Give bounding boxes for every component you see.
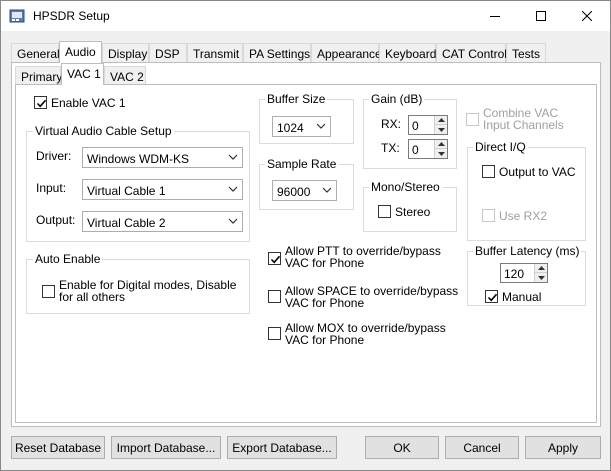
driver-value: Windows WDM-KS — [87, 152, 190, 166]
driver-label: Driver: — [36, 149, 72, 163]
auto-enable-line2: for all others — [59, 290, 126, 304]
tab-pa-settings[interactable]: PA Settings — [243, 43, 311, 63]
mox-override-line2: VAC for Phone — [285, 333, 365, 347]
subtab-vac1[interactable]: VAC 1 — [61, 63, 104, 85]
tab-dsp[interactable]: DSP — [149, 43, 187, 63]
space-override-line2: VAC for Phone — [285, 296, 365, 310]
window-title: HPSDR Setup — [33, 9, 110, 23]
import-database-button[interactable]: Import Database... — [111, 436, 221, 459]
chevron-down-icon — [228, 186, 238, 192]
output-to-vac-label: Output to VAC — [499, 165, 576, 179]
buffer-size-select[interactable]: 1024 — [272, 116, 331, 137]
output-label: Output: — [36, 213, 76, 227]
mox-override-checkbox[interactable] — [268, 327, 281, 340]
arrow-down-icon — [437, 151, 445, 156]
subtab-vac2[interactable]: VAC 2 — [104, 66, 146, 86]
sample-rate-title: Sample Rate — [265, 157, 339, 171]
buffer-latency-spinner[interactable]: 120 — [500, 263, 548, 283]
tab-display[interactable]: Display — [102, 43, 149, 63]
reset-database-button[interactable]: Reset Database — [11, 436, 105, 459]
ptt-override-checkbox[interactable] — [268, 252, 281, 265]
checkmark-icon — [487, 293, 498, 302]
chevron-down-icon — [316, 123, 326, 129]
arrow-up-icon — [437, 142, 445, 146]
export-database-button[interactable]: Export Database... — [227, 436, 337, 459]
input-value: Virtual Cable 1 — [87, 184, 166, 198]
maximize-icon — [536, 11, 546, 21]
gain-tx-value: 0 — [412, 143, 419, 157]
gain-tx-label: TX: — [381, 141, 400, 155]
input-label: Input: — [36, 181, 67, 195]
mono-stereo-title: Mono/Stereo — [369, 180, 442, 194]
app-icon — [9, 9, 25, 23]
subtab-primary[interactable]: Primary — [15, 66, 62, 86]
enable-vac-label: Enable VAC 1 — [51, 96, 126, 110]
output-to-vac-checkbox[interactable] — [482, 165, 495, 178]
direct-iq-group — [467, 147, 586, 241]
space-override-checkbox[interactable] — [268, 290, 281, 303]
spin-down-button[interactable] — [535, 273, 547, 282]
arrow-up-icon — [537, 266, 545, 270]
close-icon — [582, 11, 592, 21]
direct-iq-title: Direct I/Q — [473, 140, 528, 154]
tab-audio[interactable]: Audio — [59, 41, 102, 63]
sample-rate-value: 96000 — [277, 185, 311, 199]
use-rx2-checkbox[interactable] — [482, 209, 495, 222]
gain-tx-spinner[interactable]: 0 — [408, 139, 448, 159]
minimize-button[interactable] — [472, 1, 518, 31]
tab-tests[interactable]: Tests — [506, 43, 546, 63]
ptt-override-line2: VAC for Phone — [285, 256, 365, 270]
gain-rx-value: 0 — [412, 119, 419, 133]
cancel-button[interactable]: Cancel — [445, 436, 519, 459]
driver-select[interactable]: Windows WDM-KS — [82, 147, 243, 168]
stereo-label: Stereo — [395, 205, 431, 219]
minimize-icon — [490, 16, 500, 17]
auto-enable-checkbox[interactable] — [42, 285, 55, 298]
close-button[interactable] — [564, 1, 610, 31]
combine-vac-line2: Input Channels — [483, 118, 564, 132]
maximize-button[interactable] — [518, 1, 564, 31]
gain-rx-spinner[interactable]: 0 — [408, 115, 448, 135]
chevron-down-icon — [228, 154, 238, 160]
manual-label: Manual — [502, 290, 542, 304]
buffer-size-title: Buffer Size — [265, 92, 328, 106]
checkmark-icon — [270, 255, 281, 264]
tab-keyboard[interactable]: Keyboard — [379, 43, 436, 63]
arrow-down-icon — [537, 275, 545, 280]
apply-button[interactable]: Apply — [525, 436, 601, 459]
arrow-down-icon — [437, 127, 445, 132]
setup-window: HPSDR Setup General Audio Display DSP Tr… — [0, 0, 611, 471]
tab-general[interactable]: General — [11, 43, 60, 63]
checkmark-icon — [36, 99, 47, 108]
spin-up-button[interactable] — [535, 264, 547, 273]
input-select[interactable]: Virtual Cable 1 — [82, 179, 243, 200]
output-value: Virtual Cable 2 — [87, 216, 166, 230]
tab-appearance[interactable]: Appearance — [311, 43, 382, 63]
use-rx2-label: Use RX2 — [499, 209, 548, 223]
ok-button[interactable]: OK — [365, 436, 439, 459]
gain-rx-label: RX: — [381, 117, 402, 131]
manual-checkbox[interactable] — [485, 290, 498, 303]
buffer-size-value: 1024 — [277, 121, 304, 135]
spin-down-button[interactable] — [435, 125, 447, 134]
stereo-checkbox[interactable] — [378, 205, 391, 218]
arrow-up-icon — [437, 118, 445, 122]
title-bar[interactable]: HPSDR Setup — [1, 1, 610, 31]
combine-vac-checkbox[interactable] — [466, 113, 479, 126]
chevron-down-icon — [228, 218, 238, 224]
gain-title: Gain (dB) — [369, 92, 425, 106]
cable-setup-title: Virtual Audio Cable Setup — [33, 124, 174, 138]
sample-rate-select[interactable]: 96000 — [272, 180, 337, 201]
spin-down-button[interactable] — [435, 149, 447, 158]
buffer-latency-value: 120 — [504, 267, 525, 281]
chevron-down-icon — [322, 187, 332, 193]
output-select[interactable]: Virtual Cable 2 — [82, 211, 243, 232]
tab-transmit[interactable]: Transmit — [187, 43, 243, 63]
enable-vac-checkbox[interactable] — [34, 96, 47, 109]
tab-cat-control[interactable]: CAT Control — [436, 43, 507, 63]
spin-up-button[interactable] — [435, 140, 447, 149]
spin-up-button[interactable] — [435, 116, 447, 125]
buffer-latency-title: Buffer Latency (ms) — [473, 244, 582, 258]
auto-enable-title: Auto Enable — [33, 252, 103, 266]
